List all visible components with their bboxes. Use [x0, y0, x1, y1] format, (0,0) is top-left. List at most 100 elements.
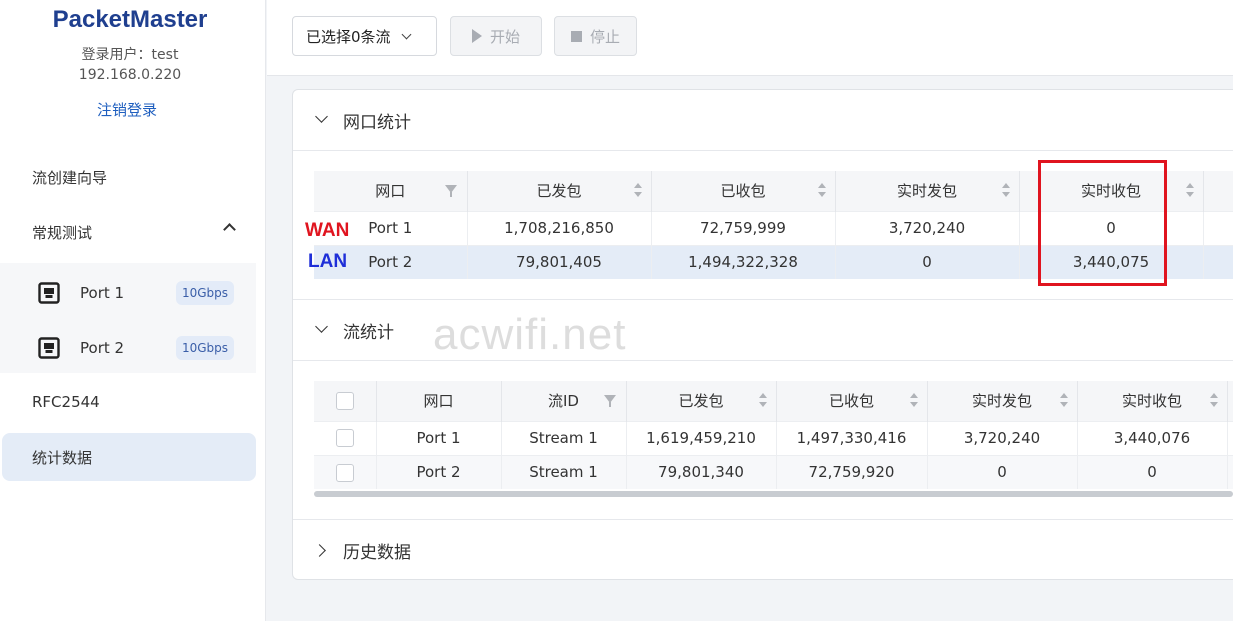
stop-button[interactable]: 停止 [554, 16, 637, 56]
ethernet-port-icon [38, 336, 60, 359]
cell-realtime-received: 3,440,076 [1077, 420, 1228, 455]
column-header-label: 实时收包 [1121, 392, 1182, 411]
column-header-overflow [1203, 171, 1233, 211]
nav-general-test[interactable]: 常规测试 [0, 208, 256, 256]
cell-realtime-sent: 0 [927, 454, 1078, 489]
filter-icon[interactable] [603, 395, 616, 407]
select-all-checkbox[interactable] [335, 392, 354, 410]
nav-rfc2544[interactable]: RFC2544 [0, 378, 256, 426]
play-icon [471, 29, 482, 43]
logged-in-user: 登录用户：test [81, 47, 179, 63]
cell-sent: 79,801,405 [467, 244, 652, 279]
section-port-stats-title: 网口统计 [343, 112, 411, 133]
section-port-stats-header[interactable]: 网口统计 [293, 90, 1233, 150]
sort-icon[interactable] [909, 393, 919, 409]
column-header-realtime-sent[interactable]: 实时发包 [927, 381, 1078, 421]
chevron-down-icon [315, 320, 328, 333]
column-header-sent[interactable]: 已发包 [467, 171, 652, 211]
section-flow-stats-title: 流统计 [343, 322, 394, 343]
cell-port: Port 2 [376, 454, 502, 489]
flow-select-dropdown[interactable]: 已选择0条流 [292, 16, 437, 56]
filter-icon[interactable] [444, 185, 457, 197]
row-checkbox[interactable] [335, 429, 354, 448]
cell-select [314, 420, 377, 455]
cell-realtime-received: 0 [1077, 454, 1228, 489]
column-header-overflow [1227, 381, 1233, 421]
column-header-sent[interactable]: 已发包 [626, 381, 777, 421]
sort-icon[interactable] [1209, 393, 1219, 409]
nav-rfc2544-label: RFC2544 [32, 393, 100, 411]
start-button[interactable]: 开始 [450, 16, 542, 56]
sort-icon[interactable] [1059, 393, 1069, 409]
column-header-label: 网口 [375, 182, 406, 201]
column-header-port[interactable]: 网口 [314, 171, 468, 211]
column-header-label: 已发包 [536, 182, 582, 201]
cell-received: 1,497,330,416 [776, 420, 928, 455]
column-header-label: 已发包 [678, 392, 724, 411]
cell-sent: 1,619,459,210 [626, 420, 777, 455]
section-history-header[interactable]: 历史数据 [293, 520, 1233, 580]
cell-realtime-sent: 0 [835, 244, 1020, 279]
sidebar-item-port-1-label: Port 1 [80, 283, 125, 302]
logout-link[interactable]: 注销登录 [0, 99, 254, 120]
highlight-box [1038, 160, 1167, 286]
cell-overflow [1227, 454, 1233, 489]
flow-stats-table: 网口 流ID 已发包 已收包 实时发包 实时收包 Port 1 Stream 1… [314, 381, 1233, 489]
column-header-flow-id[interactable]: 流ID [501, 381, 627, 421]
chevron-down-icon [315, 110, 328, 123]
sort-icon[interactable] [1001, 183, 1011, 199]
column-header-label: 已收包 [720, 182, 766, 201]
chevron-right-icon [313, 544, 326, 557]
cell-received: 1,494,322,328 [651, 244, 836, 279]
sort-icon[interactable] [633, 183, 643, 199]
sort-icon[interactable] [758, 393, 768, 409]
nav-statistics[interactable]: 统计数据 [2, 433, 256, 481]
port-submenu: Port 1 10Gbps Port 2 10Gbps [0, 263, 256, 373]
sidebar-item-port-1[interactable]: Port 1 10Gbps [0, 265, 256, 320]
nav-flow-wizard-label: 流创建向导 [32, 168, 108, 187]
watermark: acwifi.net [433, 310, 627, 359]
stop-button-label: 停止 [589, 27, 620, 46]
divider [293, 360, 1233, 361]
nav-flow-wizard[interactable]: 流创建向导 [0, 153, 256, 201]
section-history-title: 历史数据 [343, 542, 411, 563]
speed-badge: 10Gbps [176, 280, 234, 305]
column-header-port[interactable]: 网口 [376, 381, 502, 421]
table-row[interactable]: Port 2 Stream 1 79,801,340 72,759,920 0 … [314, 454, 1233, 489]
cell-sent: 79,801,340 [626, 454, 777, 489]
nav-general-test-label: 常规测试 [32, 223, 93, 242]
row-checkbox[interactable] [335, 463, 354, 482]
stop-icon [570, 30, 582, 42]
wan-annotation-label: WAN [305, 220, 350, 241]
toolbar: 已选择0条流 开始 停止 [267, 0, 1233, 76]
column-header-received[interactable]: 已收包 [776, 381, 928, 421]
column-header-realtime-sent[interactable]: 实时发包 [835, 171, 1020, 211]
cell-realtime-sent: 3,720,240 [835, 210, 1020, 245]
column-header-label: 网口 [423, 392, 454, 411]
sidebar-item-port-2-label: Port 2 [80, 338, 125, 357]
column-header-label: 实时发包 [971, 392, 1032, 411]
cell-overflow [1203, 210, 1233, 245]
column-header-label: 已收包 [828, 392, 874, 411]
cell-select [314, 454, 377, 489]
column-header-received[interactable]: 已收包 [651, 171, 836, 211]
cell-flow-id: Stream 1 [501, 420, 627, 455]
sort-icon[interactable] [817, 183, 827, 199]
ethernet-port-icon [38, 281, 60, 304]
column-header-label: 实时发包 [896, 182, 957, 201]
cell-overflow [1203, 244, 1233, 279]
chevron-down-icon [401, 29, 411, 39]
cell-flow-id: Stream 1 [501, 454, 627, 489]
column-header-realtime-received[interactable]: 实时收包 [1077, 381, 1228, 421]
chevron-up-icon [223, 223, 236, 236]
divider [293, 150, 1233, 151]
table-row[interactable]: Port 1 Stream 1 1,619,459,210 1,497,330,… [314, 420, 1233, 455]
sort-icon[interactable] [1185, 183, 1195, 199]
column-header-label: 流ID [548, 392, 579, 411]
brand-logo: PacketMaster [52, 6, 208, 33]
sidebar-item-port-2[interactable]: Port 2 10Gbps [0, 320, 256, 375]
horizontal-scrollbar[interactable] [314, 491, 1233, 497]
device-ip: 192.168.0.220 [78, 67, 182, 83]
nav-statistics-label: 统计数据 [32, 448, 93, 467]
cell-received: 72,759,999 [651, 210, 836, 245]
